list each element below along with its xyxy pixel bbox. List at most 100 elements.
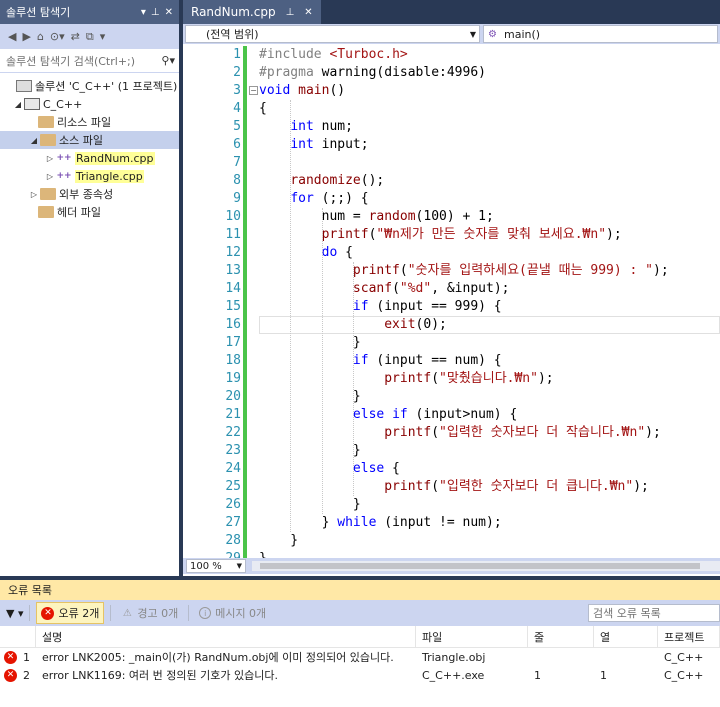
tree-item-source-files[interactable]: ◢ 소스 파일: [0, 131, 179, 149]
home-icon[interactable]: ⌂: [37, 30, 44, 43]
error-search-input[interactable]: 검색 오류 목록: [588, 604, 720, 622]
forward-icon[interactable]: ▶: [22, 30, 30, 43]
code-line[interactable]: }: [259, 334, 361, 352]
column-header-description[interactable]: 설명: [36, 626, 416, 647]
close-icon[interactable]: ✕: [165, 7, 173, 18]
solution-search-box[interactable]: 솔루션 탐색기 검색(Ctrl+;) ⚲▾: [0, 49, 179, 73]
line-number: 10: [225, 209, 241, 224]
zoom-dropdown[interactable]: 100 % ▼: [186, 559, 246, 573]
error-row[interactable]: ✕ 2 error LNK1169: 여러 번 정의된 기호가 있습니다. C_…: [0, 666, 720, 684]
solution-explorer-title: 솔루션 탐색기: [6, 6, 71, 19]
code-line[interactable]: {: [259, 100, 267, 118]
tree-item-label: C_C++: [43, 97, 83, 111]
chevron-down-icon: ▼: [469, 29, 476, 39]
tree-item-randnum-cpp[interactable]: ▷ ++ RandNum.cpp: [44, 149, 155, 167]
line-number: 14: [225, 281, 241, 296]
collapsed-arrow-icon[interactable]: ▷: [44, 172, 56, 181]
editor-bottom-bar: 100 % ▼: [183, 558, 720, 574]
solution-explorer-title-bar: 솔루션 탐색기 ▾ ⊥ ✕: [0, 0, 179, 24]
pin-icon[interactable]: ⊥: [151, 7, 160, 18]
back-icon[interactable]: ◀: [8, 30, 16, 43]
close-icon[interactable]: ✕: [304, 7, 312, 18]
code-line[interactable]: if (input == 999) {: [259, 298, 502, 316]
tree-item-external-dependencies[interactable]: ▷ 외부 종속성: [28, 185, 113, 203]
expanded-arrow-icon[interactable]: ◢: [12, 100, 24, 109]
code-line[interactable]: else if (input>num) {: [259, 406, 517, 424]
code-line[interactable]: } while (input != num);: [259, 514, 502, 532]
code-line[interactable]: else {: [259, 460, 400, 478]
error-description: error LNK2005: _main이(가) RandNum.obj에 이미…: [42, 651, 394, 664]
zoom-value: 100 %: [190, 560, 222, 572]
code-line[interactable]: }: [259, 532, 298, 550]
tree-item-triangle-cpp[interactable]: ▷ ++ Triangle.cpp: [44, 167, 144, 185]
folder-icon: [40, 134, 56, 146]
code-line[interactable]: }: [259, 496, 361, 514]
tab-randnum-cpp[interactable]: RandNum.cpp ⊥ ✕: [183, 0, 321, 24]
scope-dropdown[interactable]: (전역 범위) ▼: [185, 25, 480, 43]
tree-item-solution[interactable]: 솔루션 'C_C++' (1 프로젝트): [4, 77, 177, 95]
warnings-filter-button[interactable]: ⚠ 경고 0개: [117, 603, 182, 623]
tree-item-label: 솔루션 'C_C++' (1 프로젝트): [35, 80, 178, 93]
member-dropdown[interactable]: ⚙ main(): [483, 25, 718, 43]
scrollbar-thumb[interactable]: [260, 563, 700, 569]
dropdown-icon[interactable]: ▾: [141, 7, 146, 18]
code-line[interactable]: num = random(100) + 1;: [259, 208, 494, 226]
code-line[interactable]: #include <Turboc.h>: [259, 46, 408, 64]
code-line[interactable]: printf("₩n제가 만든 숫자를 맞춰 보세요.₩n");: [259, 226, 622, 244]
line-number: 27: [225, 515, 241, 530]
line-number: 15: [225, 299, 241, 314]
code-line[interactable]: int input;: [259, 136, 368, 154]
code-line[interactable]: }: [259, 442, 361, 460]
pin-icon[interactable]: ⊥: [286, 7, 295, 18]
cpp-file-icon: ++: [56, 153, 72, 163]
line-number: 8: [233, 173, 241, 188]
code-line[interactable]: }: [259, 550, 267, 558]
code-line[interactable]: scanf("%d", &input);: [259, 280, 510, 298]
code-line[interactable]: for (;;) {: [259, 190, 368, 208]
code-line[interactable]: if (input == num) {: [259, 352, 502, 370]
error-row[interactable]: ✕ 1 error LNK2005: _main이(가) RandNum.obj…: [0, 648, 720, 666]
errors-filter-button[interactable]: ✕ 오류 2개: [36, 602, 105, 624]
line-number: 26: [225, 497, 241, 512]
tree-item-resource-files[interactable]: 리소스 파일: [38, 113, 111, 131]
horizontal-scrollbar[interactable]: [252, 561, 720, 571]
code-line[interactable]: }: [259, 388, 361, 406]
code-line[interactable]: void main(): [259, 82, 345, 100]
line-number: 11: [225, 227, 241, 242]
filter-icon[interactable]: ▼ ▾: [6, 607, 23, 620]
search-icon[interactable]: ⚲▾: [161, 54, 179, 67]
line-number: 1: [233, 47, 241, 62]
sync-icon[interactable]: ⇄: [71, 30, 80, 43]
expanded-arrow-icon[interactable]: ◢: [28, 136, 40, 145]
navigation-bar: (전역 범위) ▼ ⚙ main(): [183, 24, 720, 44]
column-header-index[interactable]: [0, 626, 36, 647]
code-line[interactable]: printf("입력한 숫자보다 더 큽니다.₩n");: [259, 478, 649, 496]
code-area[interactable]: 1 2 3 4 5 6 7 8 9 10 11 12 13 14 15 16 17 18 19 20 21 22 23 24 2…: [183, 46, 720, 558]
collapse-toggle-icon[interactable]: −: [249, 86, 258, 95]
toolbar-more-icon[interactable]: ▾: [100, 30, 106, 43]
line-number: 22: [225, 425, 241, 440]
collapse-all-icon[interactable]: ⧉: [86, 30, 94, 44]
tab-label: RandNum.cpp: [191, 5, 276, 19]
messages-filter-button[interactable]: i 메시지 0개: [195, 603, 270, 623]
code-line[interactable]: do {: [259, 244, 353, 262]
code-line[interactable]: int num;: [259, 118, 353, 136]
column-header-line[interactable]: 줄: [528, 626, 594, 647]
column-header-column[interactable]: 열: [594, 626, 658, 647]
collapsed-arrow-icon[interactable]: ▷: [28, 190, 40, 199]
code-line[interactable]: randomize();: [259, 172, 384, 190]
code-line[interactable]: printf("입력한 숫자보다 더 작습니다.₩n");: [259, 424, 661, 442]
collapsed-arrow-icon[interactable]: ▷: [44, 154, 56, 163]
tree-item-header-files[interactable]: 헤더 파일: [38, 203, 101, 221]
error-project: C_C++: [664, 650, 704, 664]
code-line[interactable]: printf("숫자를 입력하세요(끝낼 때는 999) : ");: [259, 262, 669, 280]
tree-item-project[interactable]: ◢ C_C++: [12, 95, 82, 113]
column-header-file[interactable]: 파일: [416, 626, 528, 647]
code-line[interactable]: #pragma warning(disable:4996): [259, 64, 486, 82]
history-icon[interactable]: ⊙▾: [50, 30, 65, 43]
column-header-project[interactable]: 프로젝트: [658, 626, 720, 647]
error-description: error LNK1169: 여러 번 정의된 기호가 있습니다.: [42, 669, 278, 682]
error-list-title-bar: 오류 목록: [0, 580, 720, 600]
code-line[interactable]: printf("맞췄습니다.₩n");: [259, 370, 553, 388]
folder-icon: [38, 206, 54, 218]
